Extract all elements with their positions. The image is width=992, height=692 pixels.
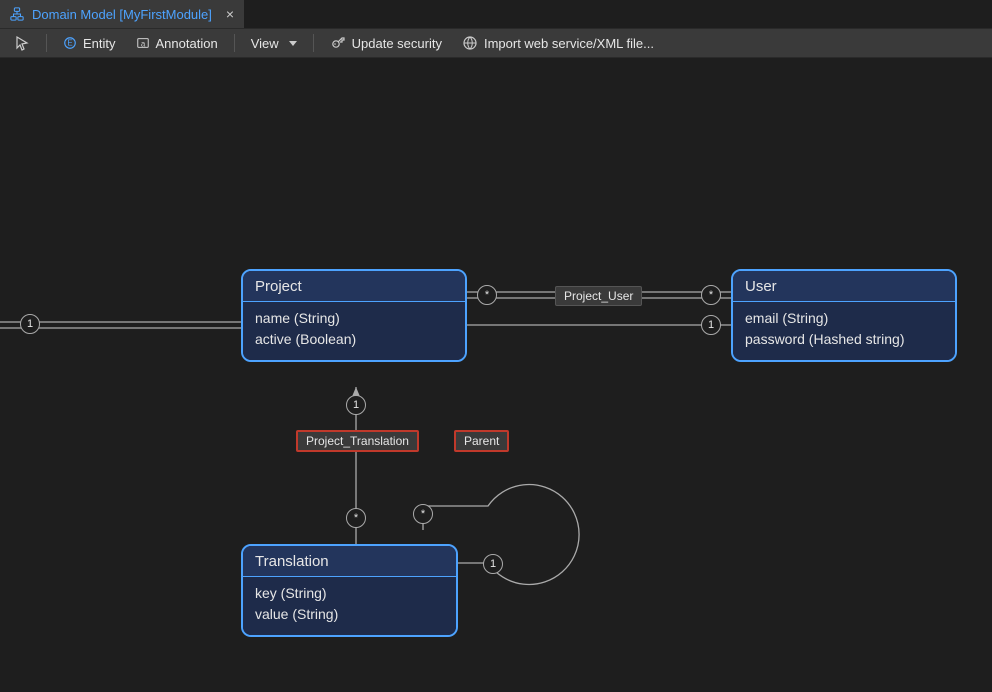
multiplicity-marker: * <box>701 285 721 305</box>
entity-title: Translation <box>243 546 456 577</box>
association-label-project-user[interactable]: Project_User <box>555 286 642 306</box>
update-security-label: Update security <box>352 36 442 51</box>
association-label-parent[interactable]: Parent <box>454 430 509 452</box>
toolbar: E Entity a Annotation View Update securi… <box>0 28 992 58</box>
entity-attribute: email (String) <box>745 308 943 329</box>
diagram-canvas[interactable]: 1 * * 1 1 * * 1 Project_User Project_Tra… <box>0 58 992 692</box>
entity-icon: E <box>63 36 77 50</box>
entity-title: Project <box>243 271 465 302</box>
entity-tool[interactable]: E Entity <box>55 33 124 54</box>
entity-user[interactable]: User email (String) password (Hashed str… <box>731 269 957 362</box>
entity-attribute: active (Boolean) <box>255 329 453 350</box>
annotation-tool-label: Annotation <box>156 36 218 51</box>
toolbar-separator <box>313 34 314 52</box>
close-icon[interactable]: × <box>226 6 234 22</box>
entity-attribute: password (Hashed string) <box>745 329 943 350</box>
multiplicity-marker: * <box>477 285 497 305</box>
multiplicity-marker: 1 <box>346 395 366 415</box>
entity-attribute: value (String) <box>255 604 444 625</box>
toolbar-separator <box>46 34 47 52</box>
chevron-down-icon <box>289 41 297 46</box>
pointer-tool[interactable] <box>6 32 38 54</box>
multiplicity-marker: * <box>346 508 366 528</box>
annotation-icon: a <box>136 36 150 50</box>
view-menu[interactable]: View <box>243 33 305 54</box>
entity-tool-label: Entity <box>83 36 116 51</box>
multiplicity-marker: * <box>413 504 433 524</box>
multiplicity-marker: 1 <box>20 314 40 334</box>
toolbar-separator <box>234 34 235 52</box>
tab-title: Domain Model [MyFirstModule] <box>32 7 212 22</box>
view-menu-label: View <box>251 36 279 51</box>
domain-model-icon <box>10 7 24 21</box>
entity-project[interactable]: Project name (String) active (Boolean) <box>241 269 467 362</box>
association-label-project-translation[interactable]: Project_Translation <box>296 430 419 452</box>
svg-text:a: a <box>140 40 145 49</box>
annotation-tool[interactable]: a Annotation <box>128 33 226 54</box>
entity-translation[interactable]: Translation key (String) value (String) <box>241 544 458 637</box>
globe-icon <box>462 35 478 51</box>
multiplicity-marker: 1 <box>701 315 721 335</box>
entity-attribute: name (String) <box>255 308 453 329</box>
entity-attribute: key (String) <box>255 583 444 604</box>
pointer-icon <box>14 35 30 51</box>
multiplicity-marker: 1 <box>483 554 503 574</box>
security-icon <box>330 35 346 51</box>
svg-text:E: E <box>67 39 72 48</box>
document-tab[interactable]: Domain Model [MyFirstModule] × <box>0 0 245 28</box>
import-label: Import web service/XML file... <box>484 36 654 51</box>
update-security-button[interactable]: Update security <box>322 32 450 54</box>
entity-title: User <box>733 271 955 302</box>
import-button[interactable]: Import web service/XML file... <box>454 32 662 54</box>
